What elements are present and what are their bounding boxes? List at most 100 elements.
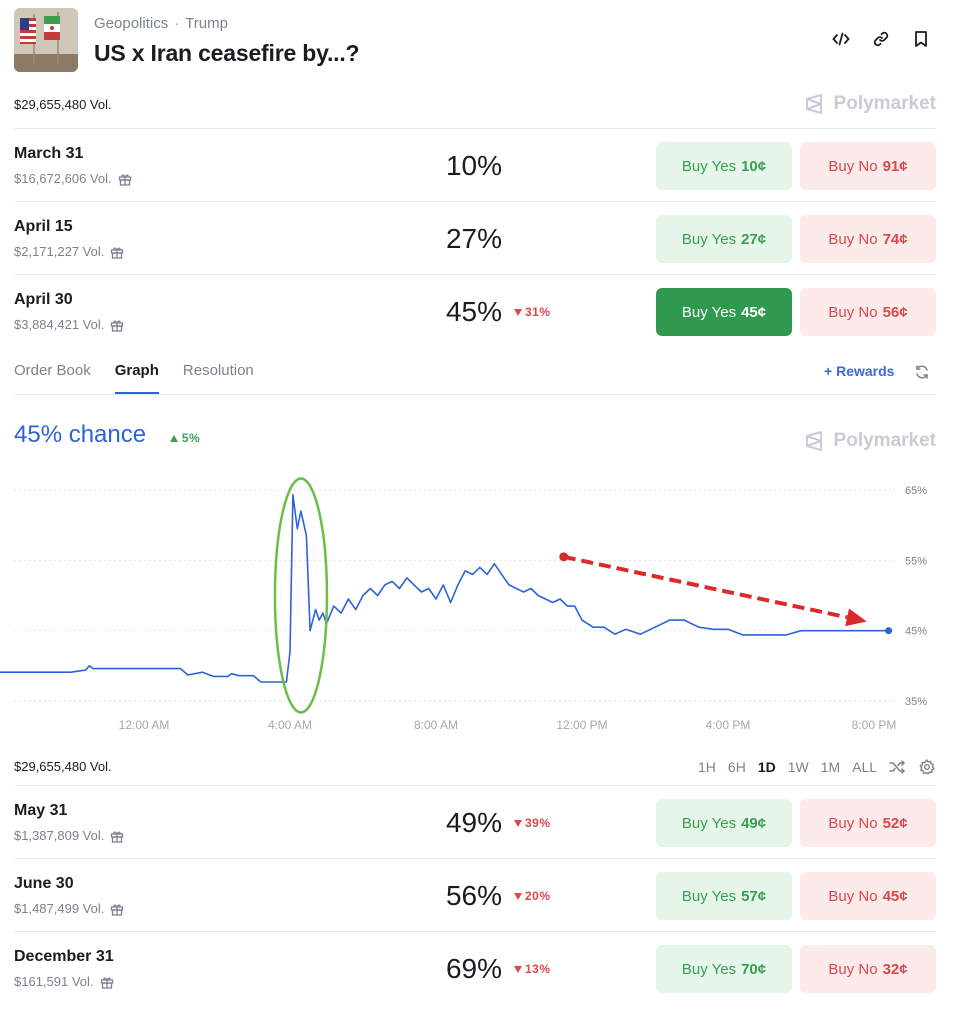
market-volume-text: $1,387,809 Vol.	[14, 828, 105, 843]
market-volume: $3,884,421 Vol.	[14, 317, 124, 332]
market-row-april-30[interactable]: April 30 $3,884,421 Vol. 45% 31% Buy Yes…	[14, 275, 936, 348]
market-date: April 15	[14, 218, 73, 235]
market-change: 13%	[514, 962, 551, 976]
market-volume-text: $3,884,421 Vol.	[14, 317, 105, 332]
x-tick-label: 8:00 PM	[852, 718, 897, 732]
refresh-icon[interactable]	[914, 364, 930, 380]
rewards-button[interactable]: + Rewards	[824, 363, 894, 379]
market-row-june-30[interactable]: June 30 $1,487,499 Vol. 56% 20% Buy Yes 5…	[14, 859, 936, 932]
buy-no-price: 91¢	[882, 157, 908, 175]
market-volume: $16,672,606 Vol.	[14, 171, 132, 186]
caret-up-icon	[170, 435, 178, 442]
gift-icon	[111, 246, 124, 259]
market-percent: 69%	[445, 953, 503, 984]
polymarket-mark-icon	[805, 94, 822, 114]
buy-no-price: 52¢	[882, 814, 908, 832]
market-row-may-31[interactable]: May 31 $1,387,809 Vol. 49% 39% Buy Yes 49…	[14, 786, 936, 859]
embed-code-icon[interactable]	[832, 30, 850, 48]
price-history-chart[interactable]: 65% 55% 45% 35% 12:00 AM 4:00 AM 8:00 AM 12:00 …	[0, 460, 960, 745]
rewards-label: Rewards	[836, 363, 895, 379]
x-tick-label: 4:00 PM	[706, 718, 751, 732]
market-percent: 10%	[445, 150, 503, 181]
y-tick-label: 65%	[905, 485, 927, 497]
bookmark-icon[interactable]	[912, 30, 930, 48]
range-1h[interactable]: 1H	[698, 759, 716, 775]
gift-icon	[111, 319, 124, 332]
x-tick-label: 12:00 AM	[119, 718, 170, 732]
plus-icon: +	[824, 363, 837, 379]
settings-gear-icon[interactable]	[919, 759, 935, 775]
market-row-march-31[interactable]: March 31 $16,672,606 Vol. 10% Buy Yes 10¢…	[14, 129, 936, 202]
chance-label: 45% chance	[14, 421, 147, 448]
buy-yes-button[interactable]: Buy Yes 27¢	[656, 215, 792, 263]
market-change: 20%	[514, 889, 551, 903]
buy-no-label: Buy No	[828, 230, 878, 248]
buy-no-button[interactable]: Buy No 45¢	[800, 872, 936, 920]
current-price-dot	[885, 627, 893, 635]
market-percent: 56%	[445, 880, 503, 911]
market-percent: 45%	[445, 296, 503, 327]
buy-yes-button[interactable]: Buy Yes 57¢	[656, 872, 792, 920]
market-date: March 31	[14, 145, 84, 162]
buy-yes-button[interactable]: Buy Yes 45¢	[656, 288, 792, 336]
market-row-december-31[interactable]: December 31 $161,591 Vol. 69% 13% Buy Ye…	[14, 932, 936, 1005]
range-1d[interactable]: 1D	[758, 759, 776, 775]
buy-yes-label: Buy Yes	[681, 230, 737, 248]
buy-no-button[interactable]: Buy No 91¢	[800, 142, 936, 190]
market-change-value: 20%	[525, 889, 551, 903]
market-volume: $1,487,499 Vol.	[14, 901, 124, 916]
buy-yes-price: 70¢	[741, 960, 767, 978]
buy-yes-button[interactable]: Buy Yes 70¢	[656, 945, 792, 993]
buy-no-price: 56¢	[882, 303, 908, 321]
chance-change: 5%	[170, 431, 200, 445]
buy-no-label: Buy No	[828, 960, 878, 978]
range-1w[interactable]: 1W	[788, 759, 809, 775]
range-all[interactable]: ALL	[852, 759, 877, 775]
brand-name: Polymarket	[833, 430, 936, 451]
market-volume-text: $2,171,227 Vol.	[14, 244, 105, 259]
buy-yes-button[interactable]: Buy Yes 49¢	[656, 799, 792, 847]
market-header: Geopolitics · Trump US x Iran ceasefire …	[14, 8, 936, 74]
buy-no-button[interactable]: Buy No 32¢	[800, 945, 936, 993]
market-change-value: 13%	[525, 962, 551, 976]
market-change-value: 31%	[525, 305, 551, 319]
market-volume: $161,591 Vol.	[14, 974, 114, 989]
market-change-value: 39%	[525, 816, 551, 830]
market-volume-text: $161,591 Vol.	[14, 974, 94, 989]
tab-graph[interactable]: Graph	[114, 362, 159, 394]
tab-resolution[interactable]: Resolution	[183, 362, 254, 394]
market-date: June 30	[14, 875, 74, 892]
market-volume-text: $1,487,499 Vol.	[14, 901, 105, 916]
range-1m[interactable]: 1M	[821, 759, 840, 775]
buy-yes-label: Buy Yes	[681, 960, 737, 978]
market-title: US x Iran ceasefire by...?	[94, 40, 360, 66]
buy-no-label: Buy No	[828, 303, 878, 321]
caret-down-icon	[514, 965, 522, 973]
buy-yes-button[interactable]: Buy Yes 10¢	[656, 142, 792, 190]
market-date: May 31	[14, 802, 68, 819]
market-change: 39%	[514, 816, 551, 830]
buy-no-button[interactable]: Buy No 74¢	[800, 215, 936, 263]
market-volume: $2,171,227 Vol.	[14, 244, 124, 259]
breadcrumb: Geopolitics · Trump	[94, 15, 228, 32]
breadcrumb-category[interactable]: Geopolitics	[94, 15, 168, 32]
chance-change-value: 5%	[181, 431, 201, 445]
y-tick-label: 45%	[905, 626, 927, 638]
graph-volume: $29,655,480 Vol.	[14, 759, 112, 774]
y-tick-label: 55%	[905, 555, 927, 567]
market-row-april-15[interactable]: April 15 $2,171,227 Vol. 27% Buy Yes 27¢ …	[14, 202, 936, 275]
shuffle-icon[interactable]	[889, 759, 905, 775]
buy-yes-label: Buy Yes	[681, 303, 737, 321]
range-6h[interactable]: 6H	[728, 759, 746, 775]
link-icon[interactable]	[872, 30, 890, 48]
buy-no-button[interactable]: Buy No 56¢	[800, 288, 936, 336]
total-volume: $29,655,480 Vol.	[14, 97, 112, 112]
trend-arrow-line	[563, 554, 848, 620]
tab-order-book[interactable]: Order Book	[14, 362, 91, 394]
buy-no-price: 32¢	[882, 960, 908, 978]
buy-yes-price: 45¢	[741, 303, 767, 321]
x-tick-label: 8:00 AM	[414, 718, 458, 732]
breadcrumb-tag[interactable]: Trump	[185, 15, 228, 32]
divider	[14, 394, 936, 395]
buy-no-button[interactable]: Buy No 52¢	[800, 799, 936, 847]
